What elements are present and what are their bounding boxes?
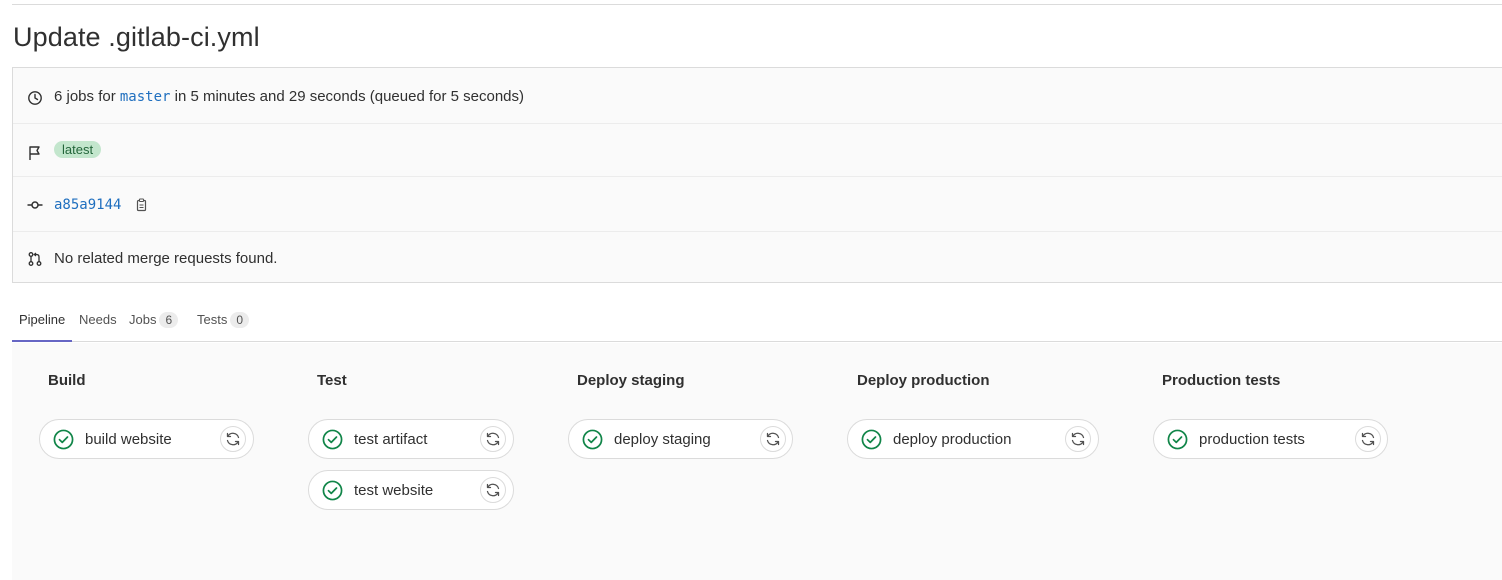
job-deploy-production[interactable]: deploy production (847, 419, 1099, 459)
retry-button[interactable] (220, 426, 246, 452)
retry-button[interactable] (480, 426, 506, 452)
top-divider (12, 4, 1502, 5)
retry-icon (486, 432, 500, 446)
retry-button[interactable] (760, 426, 786, 452)
retry-icon (1071, 432, 1085, 446)
pipeline-info-box: 6 jobs for master in 5 minutes and 29 se… (12, 67, 1502, 283)
stage-title-build: Build (48, 372, 86, 389)
job-deploy-staging[interactable]: deploy staging (568, 419, 793, 459)
status-success-icon (861, 429, 882, 450)
stage-title-deploy-production: Deploy production (857, 372, 990, 389)
job-test-website[interactable]: test website (308, 470, 514, 510)
info-row-merge-requests: No related merge requests found. (13, 232, 1502, 284)
latest-badge: latest (54, 141, 102, 158)
commit-sha-link[interactable]: a85a9144 (54, 197, 121, 213)
branch-link[interactable]: master (120, 89, 171, 105)
info-row-duration: 6 jobs for master in 5 minutes and 29 se… (13, 68, 1502, 124)
stage-title-deploy-staging: Deploy staging (577, 372, 685, 389)
status-success-icon (322, 429, 343, 450)
tab-tests-label: Tests (197, 312, 228, 327)
clock-icon (28, 91, 42, 105)
pipeline-summary: 6 jobs for master in 5 minutes and 29 se… (54, 87, 524, 107)
stage-title-production-tests: Production tests (1162, 372, 1281, 389)
stage-title-test: Test (317, 372, 347, 389)
tab-pipeline[interactable]: Pipeline (12, 302, 73, 342)
retry-icon (226, 432, 240, 446)
commit-icon (27, 201, 43, 209)
page-title: Update .gitlab-ci.yml (13, 22, 260, 52)
badges-container: latest (54, 140, 102, 160)
tab-jobs[interactable]: Jobs 6 (129, 302, 179, 342)
retry-button[interactable] (1065, 426, 1091, 452)
tab-jobs-count: 6 (159, 312, 179, 328)
jobs-count-text: 6 jobs for (54, 88, 116, 105)
job-name: deploy production (893, 431, 1012, 448)
job-name: production tests (1199, 431, 1305, 448)
status-success-icon (582, 429, 603, 450)
job-build-website[interactable]: build website (39, 419, 254, 459)
merge-request-icon (28, 252, 42, 266)
job-name: test artifact (354, 431, 428, 448)
retry-icon (486, 483, 500, 497)
pipeline-graph: Build build website Test test artifact t… (12, 343, 1502, 580)
commit-info: a85a9144 (54, 195, 148, 215)
copy-icon[interactable] (134, 198, 148, 212)
merge-requests-text: No related merge requests found. (54, 250, 278, 267)
tab-needs[interactable]: Needs (79, 302, 117, 342)
tab-tests[interactable]: Tests 0 (197, 302, 250, 342)
info-row-badges: latest (13, 124, 1502, 177)
status-success-icon (53, 429, 74, 450)
retry-button[interactable] (480, 477, 506, 503)
pipeline-tabs: Pipeline Needs Jobs 6 Tests 0 (12, 302, 1502, 342)
status-success-icon (1167, 429, 1188, 450)
retry-icon (1361, 432, 1375, 446)
tab-jobs-label: Jobs (129, 312, 157, 327)
duration-text: in 5 minutes and 29 seconds (queued for … (174, 88, 525, 105)
job-name: build website (85, 431, 172, 448)
job-name: deploy staging (614, 431, 711, 448)
job-test-artifact[interactable]: test artifact (308, 419, 514, 459)
status-success-icon (322, 480, 343, 501)
tab-needs-label: Needs (79, 312, 117, 327)
flag-icon (29, 146, 40, 160)
job-production-tests[interactable]: production tests (1153, 419, 1388, 459)
retry-icon (766, 432, 780, 446)
tab-tests-count: 0 (230, 312, 250, 328)
info-row-commit: a85a9144 (13, 177, 1502, 232)
job-name: test website (354, 482, 434, 499)
retry-button[interactable] (1355, 426, 1381, 452)
tab-pipeline-label: Pipeline (19, 312, 66, 327)
